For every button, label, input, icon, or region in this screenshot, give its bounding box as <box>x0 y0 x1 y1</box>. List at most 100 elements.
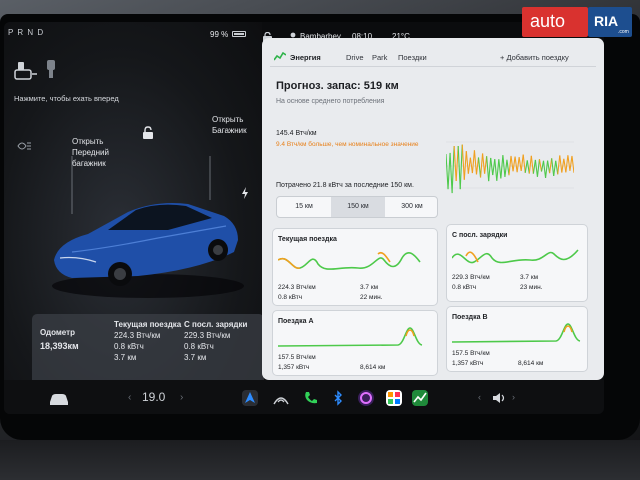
waveform-segment <box>530 155 534 174</box>
consumption-rate: 145.4 Втч/км <box>276 130 317 137</box>
since-charge-label: С посл. зарядки <box>184 320 248 329</box>
current-trip-distance: 3.7 км <box>114 353 137 362</box>
waveform-segment <box>516 157 520 173</box>
consumed-summary: Потрачено 21.8 кВтч за последние 150 км. <box>276 182 414 189</box>
apps-icon[interactable] <box>386 390 402 406</box>
dashboard-surface <box>0 440 640 480</box>
card-current-distance: 3.7 км <box>360 284 379 291</box>
consumption-chart <box>446 141 574 194</box>
defrost-icon[interactable] <box>272 392 290 406</box>
card-trip-b-rate: 157.5 Втч/км <box>452 350 490 357</box>
volume-icon[interactable] <box>492 392 506 404</box>
tab-divider <box>270 66 596 67</box>
card-current-rate: 224.3 Втч/км <box>278 284 316 291</box>
lock-icon[interactable] <box>142 126 154 140</box>
car-controls-icon[interactable] <box>48 392 70 406</box>
waveform-segment <box>457 145 461 190</box>
waveform-segment <box>545 160 549 179</box>
card-since-title: С посл. зарядки <box>452 232 508 239</box>
waveform-segment <box>504 159 508 177</box>
current-trip-curve <box>278 251 421 270</box>
odometer-label: Одометр <box>40 328 75 337</box>
waveform-segment <box>528 155 532 174</box>
waveform-segment <box>486 156 490 182</box>
card-trip-b-distance: 8,614 км <box>518 360 544 367</box>
wiper-icon[interactable] <box>14 60 38 82</box>
current-trip-rate: 224.3 Втч/км <box>114 331 161 340</box>
waveform-segment <box>490 157 494 176</box>
waveform-segment <box>488 157 492 182</box>
navigation-icon[interactable] <box>242 390 258 406</box>
battery-icon <box>232 31 246 37</box>
phone-icon[interactable] <box>302 390 318 406</box>
add-trip-button[interactable]: + Добавить поездку <box>500 53 569 62</box>
card-current-time: 22 мин. <box>360 294 383 301</box>
trip-a-curve <box>278 327 423 347</box>
waveform-segment <box>571 155 574 173</box>
headlight-icon[interactable] <box>16 140 32 152</box>
card-trip-b-energy: 1,357 кВтч <box>452 360 484 367</box>
waveform-segment <box>553 160 557 176</box>
waveform-segment <box>542 160 547 179</box>
current-trip-energy: 0.8 кВтч <box>114 342 144 351</box>
since-charge-distance: 3.7 км <box>184 353 207 362</box>
waveform-segment <box>451 146 455 194</box>
mirror-adjust-icon[interactable] <box>44 58 60 80</box>
tab-drive[interactable]: Drive <box>346 53 364 62</box>
waveform-segment <box>477 157 482 178</box>
waveform-segment <box>520 154 524 172</box>
tab-energy[interactable]: Энергия <box>290 53 321 62</box>
tab-park[interactable]: Park <box>372 53 387 62</box>
segment-150km[interactable]: 150 км <box>331 197 385 217</box>
waveform-segment <box>547 160 551 174</box>
energy-graph-icon <box>274 52 286 61</box>
waveform-segment <box>446 153 449 190</box>
media-icon[interactable] <box>358 390 374 406</box>
segment-300km[interactable]: 300 км <box>385 197 439 217</box>
volume-down-button[interactable]: ‹ <box>478 392 481 402</box>
waveform-segment <box>569 155 573 171</box>
energy-app-icon[interactable] <box>412 390 428 406</box>
segment-15km[interactable]: 15 км <box>277 197 331 217</box>
waveform-segment <box>536 159 541 177</box>
waveform-segment <box>500 155 504 179</box>
waveform-segment <box>551 158 555 176</box>
waveform-segment <box>459 144 463 190</box>
waveform-segment <box>479 153 484 178</box>
waveform-segment <box>561 158 565 173</box>
volume-up-button[interactable]: › <box>512 392 515 402</box>
watermark-auto: auto <box>530 11 566 31</box>
climate-temperature[interactable]: 19.0 <box>142 390 165 404</box>
card-trip-a-energy: 1,357 кВтч <box>278 364 310 371</box>
temp-decrease-button[interactable]: ‹ <box>128 392 131 403</box>
waveform-segment <box>518 157 522 172</box>
trip-b-curve <box>452 323 581 343</box>
open-trunk-button[interactable]: Открыть Багажник <box>212 114 252 136</box>
car-render <box>52 203 244 298</box>
odometer-value: 18,393км <box>40 341 79 351</box>
waveform-segment <box>514 156 518 173</box>
consumption-warning: 9.4 Втч/км больше, чем номинальное значе… <box>276 141 419 148</box>
waveform-segment <box>471 150 475 174</box>
waveform-segment <box>557 155 561 175</box>
waveform-segment <box>565 155 569 173</box>
bluetooth-icon[interactable] <box>330 390 346 406</box>
watermark-badge: RIA <box>594 13 619 29</box>
drive-hint: Нажмите, чтобы ехать вперед <box>14 94 119 103</box>
tab-trips[interactable]: Поездки <box>398 53 427 62</box>
card-current-title: Текущая поездка <box>278 236 337 243</box>
since-charge-energy: 0.8 кВтч <box>184 342 214 351</box>
waveform-segment <box>463 151 467 180</box>
waveform-segment <box>494 159 498 181</box>
gear-indicator: P R N D <box>8 28 45 37</box>
waveform-segment <box>524 160 528 173</box>
since-charge-rate: 229.3 Втч/км <box>184 331 231 340</box>
waveform-segment <box>455 145 459 182</box>
waveform-segment <box>496 159 500 181</box>
waveform-segment <box>508 155 512 176</box>
card-trip-a-rate: 157.5 Втч/км <box>278 354 316 361</box>
tesla-screen: P R N D 99 % Нажмите, чтобы ехать вперед… <box>4 22 604 414</box>
card-since-time: 23 мин. <box>520 284 543 291</box>
temp-increase-button[interactable]: › <box>180 392 183 403</box>
waveform-segment <box>461 144 465 180</box>
